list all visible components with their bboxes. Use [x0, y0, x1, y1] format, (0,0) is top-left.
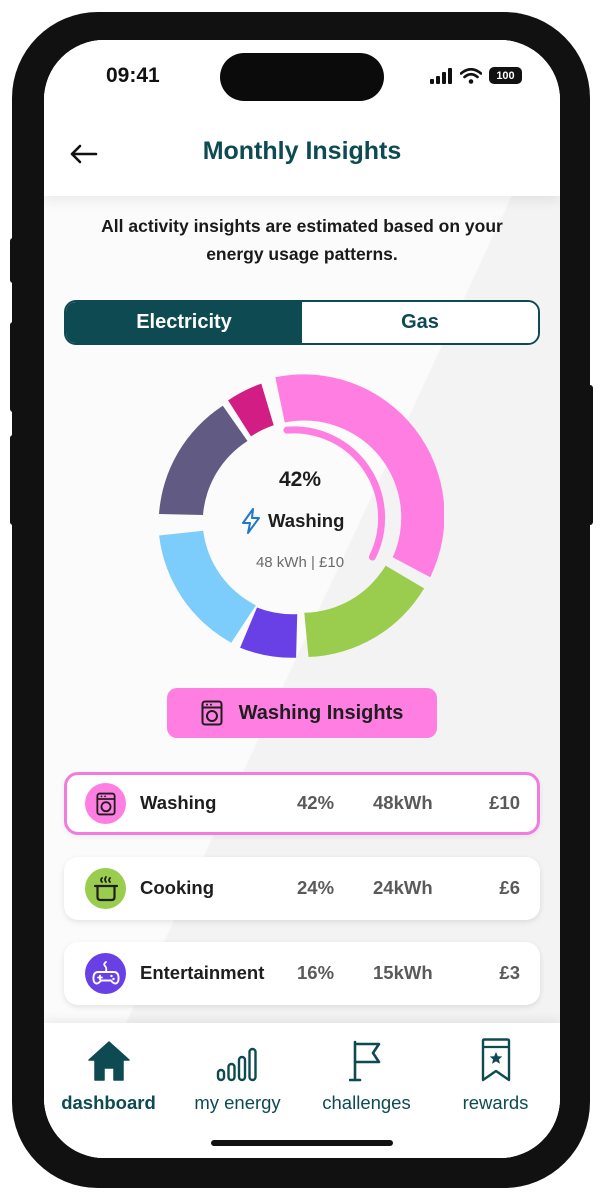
- nav-item-my-energy[interactable]: my energy: [173, 1023, 302, 1123]
- nav-label: rewards: [462, 1092, 529, 1113]
- washing-machine-icon: [201, 700, 223, 726]
- page-title: Monthly Insights: [202, 137, 402, 165]
- reward-ticket-icon: [480, 1038, 512, 1082]
- bottom-nav: dashboard my energy challenges rewards: [44, 1023, 560, 1158]
- activity-cost: £3: [499, 962, 520, 983]
- home-icon: [87, 1040, 131, 1082]
- activity-percent: 24%: [297, 877, 335, 898]
- donut-segment-cooking[interactable]: [304, 565, 425, 657]
- activity-row-washing[interactable]: Washing 42% 48kWh £10: [64, 772, 540, 835]
- power-button: [585, 385, 593, 525]
- signal-icon: [430, 67, 452, 84]
- wifi-icon: [460, 67, 482, 84]
- activity-name: Entertainment: [140, 962, 265, 983]
- dynamic-island: [220, 53, 384, 101]
- status-icons: 100: [429, 67, 522, 84]
- app-screen: 09:41 100 Monthly Insights All activity …: [44, 40, 560, 1158]
- bar-chart-icon: [216, 1040, 260, 1082]
- activity-cost: £10: [489, 792, 520, 813]
- insights-button-label: Washing Insights: [238, 701, 404, 724]
- donut-segment-washing[interactable]: [275, 374, 444, 578]
- selected-segment-highlight-arc: [283, 426, 386, 561]
- nav-label: dashboard: [61, 1092, 156, 1113]
- activity-icon-badge: [85, 868, 126, 909]
- activity-cost: £6: [499, 877, 520, 898]
- activity-percent: 42%: [297, 792, 335, 813]
- activity-kwh: 24kWh: [373, 877, 433, 898]
- activity-name: Washing: [140, 792, 217, 813]
- nav-item-rewards[interactable]: rewards: [431, 1023, 560, 1123]
- status-time: 09:41: [106, 64, 160, 87]
- donut-segment-entertainment[interactable]: [159, 530, 256, 643]
- cooking-pot-icon: [93, 875, 118, 901]
- activity-row-cooking[interactable]: Cooking 24% 24kWh £6: [64, 857, 540, 920]
- activity-icon-badge: [85, 783, 126, 824]
- tab-gas[interactable]: Gas: [302, 302, 538, 343]
- washing-machine-icon: [95, 792, 116, 815]
- activity-kwh: 48kWh: [373, 792, 433, 813]
- nav-label: challenges: [322, 1092, 411, 1113]
- disclaimer-text: All activity insights are estimated base…: [101, 216, 503, 264]
- activity-kwh: 15kWh: [373, 962, 433, 983]
- activity-row-entertainment[interactable]: Entertainment 16% 15kWh £3: [64, 942, 540, 1005]
- washing-insights-button[interactable]: Washing Insights: [167, 688, 437, 738]
- battery-level: 100: [496, 69, 515, 82]
- volume-up-button: [10, 322, 18, 412]
- donut-segment-other-grey[interactable]: [159, 405, 248, 515]
- tab-electricity[interactable]: Electricity: [66, 302, 302, 343]
- home-indicator: [211, 1140, 393, 1146]
- nav-item-challenges[interactable]: challenges: [302, 1023, 431, 1123]
- action-button: [10, 238, 18, 283]
- flag-icon: [348, 1040, 385, 1082]
- usage-donut-chart[interactable]: [156, 374, 444, 662]
- nav-item-dashboard[interactable]: dashboard: [44, 1023, 173, 1123]
- nav-label: my energy: [194, 1092, 281, 1113]
- battery-indicator: 100: [489, 67, 522, 84]
- activity-icon-badge: [85, 953, 126, 994]
- game-controller-icon: [91, 960, 120, 984]
- volume-down-button: [10, 435, 18, 525]
- activity-name: Cooking: [140, 877, 214, 898]
- energy-type-toggle: Electricity Gas: [64, 300, 540, 345]
- header-area: 09:41 100 Monthly Insights: [44, 40, 560, 196]
- activity-percent: 16%: [297, 962, 335, 983]
